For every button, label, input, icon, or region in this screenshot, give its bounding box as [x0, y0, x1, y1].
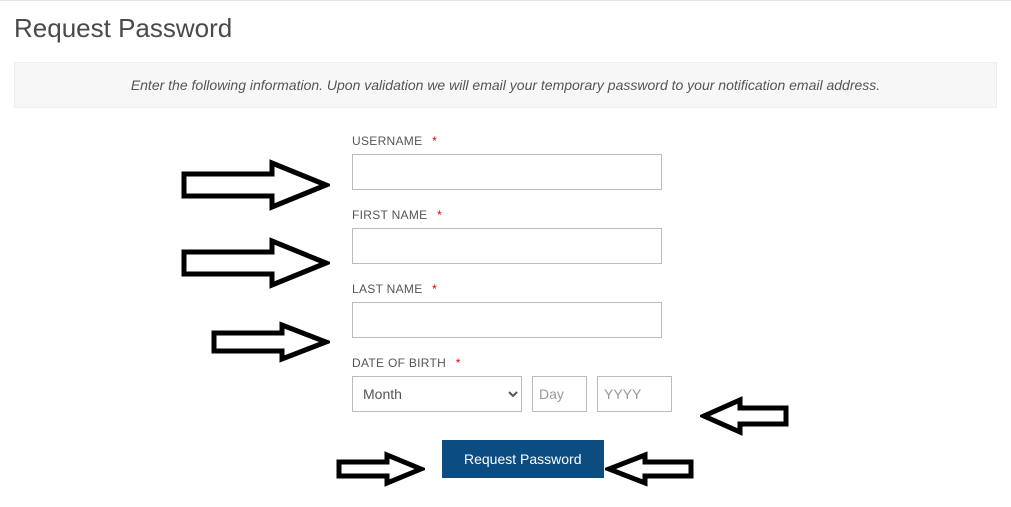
page-title: Request Password [0, 1, 1011, 62]
instruction-banner: Enter the following information. Upon va… [14, 62, 997, 108]
dob-label: DATE OF BIRTH * [352, 356, 672, 370]
dob-day-input[interactable] [532, 376, 587, 412]
submit-row: Request Password [352, 440, 672, 478]
required-marker: * [437, 208, 442, 222]
request-password-button[interactable]: Request Password [442, 440, 604, 478]
required-marker: * [456, 356, 461, 370]
dob-group: DATE OF BIRTH * Month [352, 356, 672, 412]
annotation-arrow-right-icon [210, 321, 330, 363]
lastname-group: LAST NAME * [352, 282, 672, 338]
username-label-text: USERNAME [352, 134, 422, 148]
required-marker: * [432, 134, 437, 148]
required-marker: * [432, 282, 437, 296]
annotation-arrow-left-icon [700, 396, 790, 436]
firstname-group: FIRST NAME * [352, 208, 672, 264]
request-password-form: USERNAME * FIRST NAME * LAST NAME * DATE… [352, 134, 672, 478]
dob-year-input[interactable] [597, 376, 672, 412]
username-label: USERNAME * [352, 134, 672, 148]
dob-month-select[interactable]: Month [352, 376, 522, 412]
firstname-label-text: FIRST NAME [352, 208, 427, 222]
dob-row: Month [352, 376, 672, 412]
username-input[interactable] [352, 154, 662, 190]
annotation-arrow-right-icon [180, 237, 330, 289]
lastname-label-text: LAST NAME [352, 282, 423, 296]
username-group: USERNAME * [352, 134, 672, 190]
lastname-input[interactable] [352, 302, 662, 338]
firstname-label: FIRST NAME * [352, 208, 672, 222]
lastname-label: LAST NAME * [352, 282, 672, 296]
dob-label-text: DATE OF BIRTH [352, 356, 446, 370]
annotation-arrow-right-icon [180, 159, 330, 211]
firstname-input[interactable] [352, 228, 662, 264]
